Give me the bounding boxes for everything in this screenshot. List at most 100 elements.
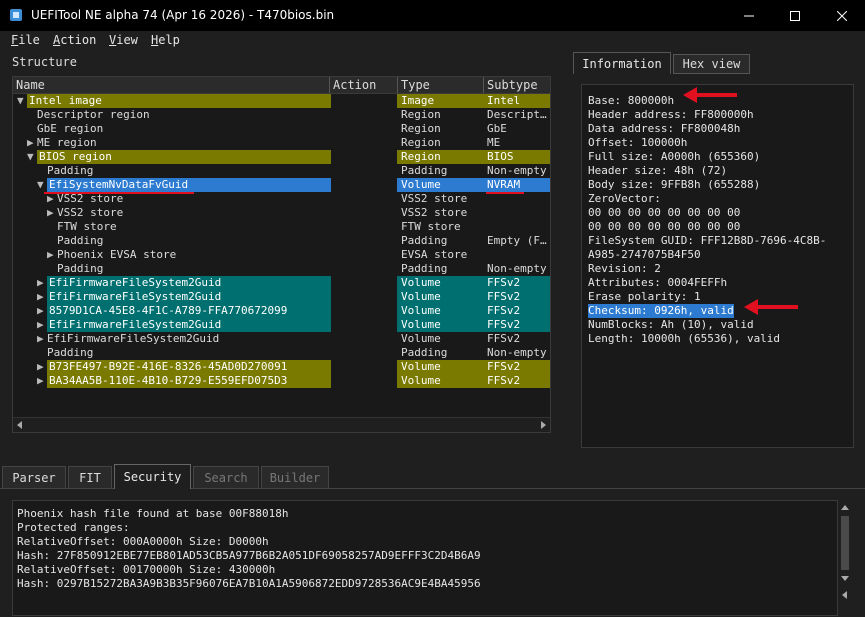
- scroll-up-icon[interactable]: [840, 503, 850, 513]
- tree-header: Name Action Type Subtype: [13, 77, 550, 94]
- log-line: Phoenix hash file found at base 00F88018…: [17, 507, 289, 520]
- row-type: Region: [401, 108, 441, 121]
- scroll-left-icon-bottom[interactable]: [840, 590, 850, 600]
- table-row[interactable]: Padding Padding Non-empty: [13, 262, 550, 276]
- row-type: FTW store: [401, 220, 461, 233]
- collapsed-arrow-icon[interactable]: ▶: [47, 206, 54, 220]
- menu-bar: File Action View Help: [0, 31, 865, 51]
- expanded-arrow-icon[interactable]: ▼: [17, 94, 24, 108]
- tab-security[interactable]: Security: [114, 464, 191, 489]
- row-type: EVSA store: [401, 248, 468, 261]
- table-row[interactable]: ▶ ME region Region ME: [13, 136, 550, 150]
- structure-tree[interactable]: Name Action Type Subtype ▼ Intel image Ima…: [12, 76, 551, 433]
- table-row[interactable]: ▶ 8579D1CA-45E8-4F1C-A789-FFA770672099 Vol…: [13, 304, 550, 318]
- row-subtype: Intel: [483, 94, 550, 108]
- table-row[interactable]: ▶ EfiFirmwareFileSystem2Guid Volume FFSv2: [13, 290, 550, 304]
- row-type: Padding: [401, 164, 448, 177]
- column-subtype[interactable]: Subtype: [487, 78, 538, 92]
- row-name: BIOS region: [37, 150, 331, 164]
- maximize-button[interactable]: [772, 0, 818, 31]
- collapsed-arrow-icon[interactable]: ▶: [37, 374, 44, 388]
- table-row[interactable]: Descriptor region Region Descript…: [13, 108, 550, 122]
- tab-builder[interactable]: Builder: [261, 466, 329, 488]
- title-bar: UEFITool NE alpha 74 (Apr 16 2026) - T47…: [0, 0, 865, 31]
- menu-view[interactable]: View: [109, 33, 138, 47]
- row-type: Region: [401, 136, 441, 149]
- row-name: EfiFirmwareFileSystem2Guid: [47, 290, 331, 304]
- row-name: Descriptor region: [37, 108, 150, 121]
- collapsed-arrow-icon[interactable]: ▶: [27, 136, 34, 150]
- table-row[interactable]: FTW store FTW store: [13, 220, 550, 234]
- row-type: Volume: [397, 374, 483, 388]
- row-type: Region: [401, 122, 441, 135]
- menu-help[interactable]: Help: [151, 33, 180, 47]
- table-row[interactable]: ▶ EfiFirmwareFileSystem2Guid Volume FFSv2: [13, 276, 550, 290]
- close-button[interactable]: [819, 0, 865, 31]
- minimize-button[interactable]: [726, 0, 772, 31]
- app-icon: [10, 9, 22, 21]
- collapsed-arrow-icon[interactable]: ▶: [37, 318, 44, 332]
- collapsed-arrow-icon[interactable]: ▶: [37, 276, 44, 290]
- tab-hex-view[interactable]: Hex view: [673, 54, 750, 74]
- column-name[interactable]: Name: [16, 78, 45, 92]
- horizontal-scrollbar[interactable]: [13, 417, 550, 432]
- tab-information[interactable]: Information: [573, 52, 671, 74]
- collapsed-arrow-icon[interactable]: ▶: [37, 332, 44, 346]
- table-row[interactable]: ▼ Intel image Image Intel: [13, 94, 550, 108]
- table-row[interactable]: ▶ BA34AA5B-110E-4B10-B729-E559EFD075D3 Vol…: [13, 374, 550, 388]
- row-name: Padding: [47, 346, 94, 359]
- row-name: EfiFirmwareFileSystem2Guid: [47, 276, 331, 290]
- row-name: EfiSystemNvDataFvGuid: [47, 178, 331, 192]
- table-row[interactable]: ▶ EfiFirmwareFileSystem2Guid Volume FFSv2: [13, 318, 550, 332]
- annotation-arrow-base: [683, 87, 737, 103]
- menu-action[interactable]: Action: [53, 33, 96, 47]
- table-row[interactable]: ▶ Phoenix EVSA store EVSA store: [13, 248, 550, 262]
- info-line: ZeroVector:: [588, 192, 661, 205]
- info-line: Header size: 48h (72): [588, 164, 728, 177]
- row-subtype: FFSv2: [483, 360, 550, 374]
- window-title: UEFITool NE alpha 74 (Apr 16 2026) - T47…: [31, 8, 335, 22]
- expanded-arrow-icon[interactable]: ▼: [27, 150, 34, 164]
- row-name: FTW store: [57, 220, 117, 233]
- table-row[interactable]: Padding Padding Empty (F…: [13, 234, 550, 248]
- row-name: Padding: [57, 234, 104, 247]
- collapsed-arrow-icon[interactable]: ▶: [47, 192, 54, 206]
- row-name: Intel image: [27, 94, 331, 108]
- row-type: VSS2 store: [401, 192, 468, 205]
- tab-fit[interactable]: FIT: [68, 466, 112, 488]
- scroll-down-icon[interactable]: [840, 573, 850, 583]
- column-action[interactable]: Action: [333, 78, 376, 92]
- scroll-right-icon[interactable]: [538, 420, 548, 430]
- table-row[interactable]: Padding Padding Non-empty: [13, 164, 550, 178]
- row-type: Image: [397, 94, 483, 108]
- collapsed-arrow-icon[interactable]: ▶: [37, 304, 44, 318]
- table-row[interactable]: ▶ EfiFirmwareFileSystem2Guid Volume FFSv2: [13, 332, 550, 346]
- menu-file[interactable]: File: [11, 33, 40, 47]
- scroll-thumb[interactable]: [841, 516, 849, 570]
- row-type: Volume: [401, 332, 441, 345]
- table-row[interactable]: ▼ EfiSystemNvDataFvGuid Volume NVRAM: [13, 178, 550, 192]
- table-row[interactable]: ▼ BIOS region Region BIOS: [13, 150, 550, 164]
- collapsed-arrow-icon[interactable]: ▶: [47, 248, 54, 262]
- info-line: NumBlocks: Ah (10), valid: [588, 318, 754, 331]
- collapsed-arrow-icon[interactable]: ▶: [37, 360, 44, 374]
- tab-parser[interactable]: Parser: [2, 466, 66, 488]
- table-row[interactable]: Padding Padding Non-empty: [13, 346, 550, 360]
- expanded-arrow-icon[interactable]: ▼: [37, 178, 44, 192]
- vertical-scrollbar[interactable]: [838, 500, 852, 586]
- table-row[interactable]: ▶ VSS2 store VSS2 store: [13, 206, 550, 220]
- row-name: GbE region: [37, 122, 104, 135]
- log-line: Hash: 27F850912EBE77EB801AD53CB5A977B6B2…: [17, 549, 481, 562]
- row-subtype: Non-empty: [487, 164, 547, 177]
- row-name: 8579D1CA-45E8-4F1C-A789-FFA770672099: [47, 304, 331, 318]
- row-subtype: Descript…: [487, 108, 547, 121]
- table-row[interactable]: ▶ VSS2 store VSS2 store: [13, 192, 550, 206]
- tab-search[interactable]: Search: [193, 466, 259, 488]
- table-row[interactable]: GbE region Region GbE: [13, 122, 550, 136]
- table-row[interactable]: ▶ B73FE497-B92E-416E-8326-45AD0D270091 Vol…: [13, 360, 550, 374]
- scroll-left-icon[interactable]: [15, 420, 25, 430]
- info-line: Body size: 9FFB8h (655288): [588, 178, 761, 191]
- column-type[interactable]: Type: [401, 78, 430, 92]
- collapsed-arrow-icon[interactable]: ▶: [37, 290, 44, 304]
- row-subtype: Non-empty: [487, 346, 547, 359]
